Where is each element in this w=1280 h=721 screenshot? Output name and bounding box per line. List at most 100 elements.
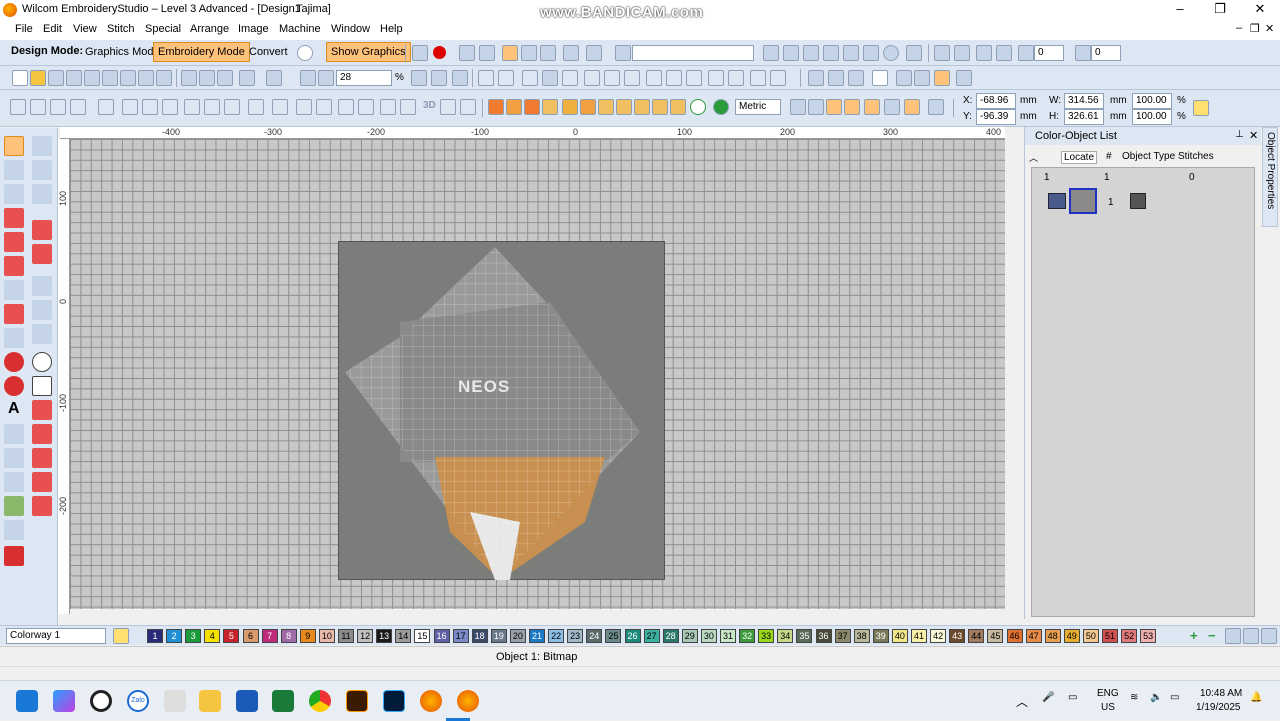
color-swatch[interactable]: 7	[261, 629, 278, 643]
run-fill-icon[interactable]	[524, 99, 540, 115]
slant-icon[interactable]	[1075, 45, 1091, 61]
ripple-icon[interactable]	[316, 99, 332, 115]
color-swatch[interactable]: 39	[872, 629, 889, 643]
color-swatch[interactable]: 30	[700, 629, 717, 643]
diagonal-icon[interactable]	[32, 276, 52, 296]
battery-icon[interactable]: ▭	[1170, 692, 1179, 703]
redo-icon[interactable]	[266, 70, 282, 86]
knife-icon[interactable]	[521, 45, 537, 61]
open-folder-icon[interactable]	[30, 70, 46, 86]
shape-icon[interactable]	[562, 99, 578, 115]
reshape-tool-icon[interactable]	[4, 160, 24, 180]
mdi-close-button[interactable]: ✕	[1265, 22, 1274, 35]
cursor-icon[interactable]	[808, 70, 824, 86]
trim-icon[interactable]	[843, 45, 859, 61]
offset-icon[interactable]	[32, 324, 52, 344]
pen-red-4-icon[interactable]	[32, 472, 52, 492]
menu-machine[interactable]: Machine	[279, 23, 321, 35]
rectangle-icon[interactable]	[32, 376, 52, 396]
mdi-minimize-button[interactable]: –	[1236, 22, 1242, 34]
emboss-icon[interactable]	[440, 99, 456, 115]
select-arrow-icon[interactable]	[4, 136, 24, 156]
wizard-icon[interactable]	[928, 99, 944, 115]
illustrator-icon[interactable]	[346, 690, 368, 712]
circle-fill-icon[interactable]	[4, 352, 24, 372]
language-label[interactable]: ENG	[1097, 688, 1119, 699]
pin-icon[interactable]	[896, 70, 912, 86]
pattern-icon[interactable]	[122, 99, 138, 115]
contour-icon[interactable]	[224, 99, 240, 115]
menu-image[interactable]: Image	[238, 23, 269, 35]
hand-icon[interactable]	[934, 70, 950, 86]
color-swatch[interactable]: 20	[509, 629, 526, 643]
color-swatch[interactable]: 47	[1025, 629, 1042, 643]
close-panel-icon[interactable]: ✕	[1249, 129, 1258, 142]
step-icon[interactable]	[50, 99, 66, 115]
color-swatch[interactable]: 14	[395, 629, 412, 643]
color-swatch[interactable]: 34	[777, 629, 794, 643]
rotate-icon[interactable]	[1018, 45, 1034, 61]
measure-icon[interactable]	[790, 99, 806, 115]
color-swatch[interactable]: 17	[452, 629, 469, 643]
3d-icon[interactable]: 3D	[423, 100, 436, 111]
color-swatch[interactable]: 37	[834, 629, 851, 643]
cut-icon[interactable]	[181, 70, 197, 86]
color-swatch[interactable]: 41	[911, 629, 927, 643]
menu-help[interactable]: Help	[380, 23, 403, 35]
grid-icon[interactable]	[563, 45, 579, 61]
space-v-icon[interactable]	[770, 70, 786, 86]
align-left-icon[interactable]	[584, 70, 600, 86]
color-swatch[interactable]: 40	[891, 629, 908, 643]
color-swatch[interactable]: 45	[987, 629, 1004, 643]
chart-icon[interactable]	[828, 70, 844, 86]
convert-button[interactable]: Convert	[244, 42, 293, 62]
start-icon[interactable]	[16, 690, 38, 712]
restore-button[interactable]: ❐	[1200, 0, 1240, 20]
align-middle-icon[interactable]	[666, 70, 682, 86]
pen-red-5-icon[interactable]	[32, 496, 52, 516]
color-swatch[interactable]: 19	[490, 629, 507, 643]
menu-view[interactable]: View	[73, 23, 97, 35]
tatami-fill-icon[interactable]	[506, 99, 522, 115]
remove-color-icon[interactable]: −	[1208, 628, 1216, 643]
motif-fill-icon[interactable]	[542, 99, 558, 115]
object-list[interactable]: 1 1 0 1	[1031, 167, 1255, 617]
bling-icon[interactable]	[400, 99, 416, 115]
realistic-icon[interactable]	[452, 70, 468, 86]
space-h-icon[interactable]	[750, 70, 766, 86]
save-icon[interactable]	[48, 70, 64, 86]
zoom-box-icon[interactable]	[318, 70, 334, 86]
grid-settings-icon[interactable]	[808, 99, 824, 115]
w-field[interactable]: 314.56	[1064, 93, 1104, 109]
color-swatch[interactable]: 38	[853, 629, 870, 643]
brush-icon[interactable]	[540, 45, 556, 61]
color-swatch[interactable]: 18	[471, 629, 488, 643]
print-preview-icon[interactable]	[102, 70, 118, 86]
frame-icon[interactable]	[4, 472, 24, 492]
show-all-icon[interactable]	[411, 70, 427, 86]
lettering-red-icon[interactable]	[4, 208, 24, 228]
distribute-h-icon[interactable]	[708, 70, 724, 86]
color-swatch[interactable]: 4	[204, 629, 221, 643]
transform-icon[interactable]	[976, 45, 992, 61]
monogram-icon[interactable]	[4, 232, 24, 252]
color-swatch[interactable]: 32	[739, 629, 756, 643]
paste-icon[interactable]	[217, 70, 233, 86]
list-icon[interactable]	[844, 99, 860, 115]
hoop-icon[interactable]	[956, 70, 972, 86]
graphics-mode-button[interactable]: Graphics Mode	[80, 42, 165, 62]
menu-file[interactable]: File	[15, 23, 33, 35]
photo3-icon[interactable]	[670, 99, 686, 115]
minimize-button[interactable]: –	[1160, 0, 1200, 20]
microphone-icon[interactable]: 🎤	[1042, 692, 1054, 703]
h-field[interactable]: 326.61	[1064, 109, 1104, 125]
color-swatch[interactable]: 13	[376, 629, 393, 643]
lock-icon[interactable]	[542, 70, 558, 86]
color-swatch[interactable]: 53	[1140, 629, 1157, 643]
mirror-h-icon[interactable]	[934, 45, 950, 61]
color-swatch[interactable]: 8	[280, 629, 297, 643]
stitch-list-icon[interactable]	[848, 70, 864, 86]
thread-chart-icon[interactable]	[1243, 628, 1259, 644]
color-swatch[interactable]: 11	[338, 629, 354, 643]
jump-icon[interactable]	[863, 45, 879, 61]
